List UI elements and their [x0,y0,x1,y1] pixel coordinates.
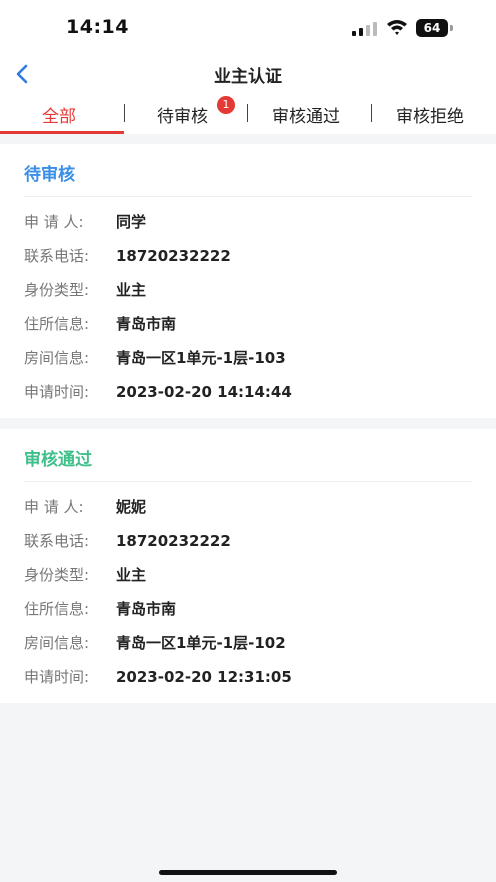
apply-time-row: 申请时间: 2023-02-20 14:14:44 [24,381,484,403]
field-value: 业主 [116,281,147,299]
pending-count-badge: 1 [217,96,235,114]
field-label: 申请时间: [24,383,90,401]
field-label: 申请时间: [24,668,90,686]
nav-bar: 业主认证 [0,54,496,94]
tab-approved[interactable]: 审核通过 [272,102,340,127]
tab-all[interactable]: 全部 [42,102,76,127]
tab-divider [371,104,372,122]
field-label: 申 请 人: [24,213,84,231]
apply-time-row: 申请时间: 2023-02-20 12:31:05 [24,666,484,688]
field-label: 身份类型: [24,281,90,299]
application-card[interactable]: 待审核 申 请 人: 同学 联系电话: 18720232222 身份类型: 业主… [0,144,496,418]
field-label: 房间信息: [24,634,90,652]
field-value: 青岛市南 [116,600,177,618]
tab-rejected[interactable]: 审核拒绝 [396,102,464,127]
field-label: 联系电话: [24,532,90,550]
divider [24,481,472,482]
field-value: 18720232222 [116,247,231,265]
tab-divider [124,104,125,122]
battery-tip [450,25,453,31]
field-value: 青岛一区1单元-1层-102 [116,634,286,652]
home-indicator [159,870,337,875]
back-chevron-icon[interactable] [12,62,34,86]
cellular-signal-icon [352,22,377,36]
field-value: 业主 [116,566,147,584]
applicant-row: 申 请 人: 妮妮 [24,496,484,518]
battery-level: 64 [423,21,441,35]
identity-type-row: 身份类型: 业主 [24,279,484,301]
battery-icon: 64 [416,19,454,37]
status-title: 审核通过 [24,450,92,470]
wifi-icon [387,20,407,35]
tab-divider [247,104,248,122]
field-value: 青岛市南 [116,315,177,333]
divider [24,196,472,197]
residence-row: 住所信息: 青岛市南 [24,598,484,620]
field-label: 住所信息: [24,600,90,618]
applicant-row: 申 请 人: 同学 [24,211,484,233]
field-value: 青岛一区1单元-1层-103 [116,349,286,367]
tab-pending[interactable]: 待审核 [157,102,208,127]
page-title: 业主认证 [214,67,282,87]
status-time: 14:14 [66,16,129,38]
status-bar: 14:14 64 [0,0,496,54]
field-value: 妮妮 [116,498,147,516]
application-card[interactable]: 审核通过 申 请 人: 妮妮 联系电话: 18720232222 身份类型: 业… [0,429,496,703]
phone-row: 联系电话: 18720232222 [24,530,484,552]
field-value: 同学 [116,213,147,231]
room-row: 房间信息: 青岛一区1单元-1层-102 [24,632,484,654]
field-label: 身份类型: [24,566,90,584]
field-label: 住所信息: [24,315,90,333]
tab-bar: 全部 待审核 审核通过 审核拒绝 [0,94,496,134]
field-label: 申 请 人: [24,498,84,516]
residence-row: 住所信息: 青岛市南 [24,313,484,335]
identity-type-row: 身份类型: 业主 [24,564,484,586]
field-label: 联系电话: [24,247,90,265]
field-value: 18720232222 [116,532,231,550]
room-row: 房间信息: 青岛一区1单元-1层-103 [24,347,484,369]
active-tab-indicator [0,131,124,134]
field-value: 2023-02-20 14:14:44 [116,383,292,401]
field-value: 2023-02-20 12:31:05 [116,668,292,686]
field-label: 房间信息: [24,349,90,367]
status-title: 待审核 [24,165,75,185]
phone-row: 联系电话: 18720232222 [24,245,484,267]
